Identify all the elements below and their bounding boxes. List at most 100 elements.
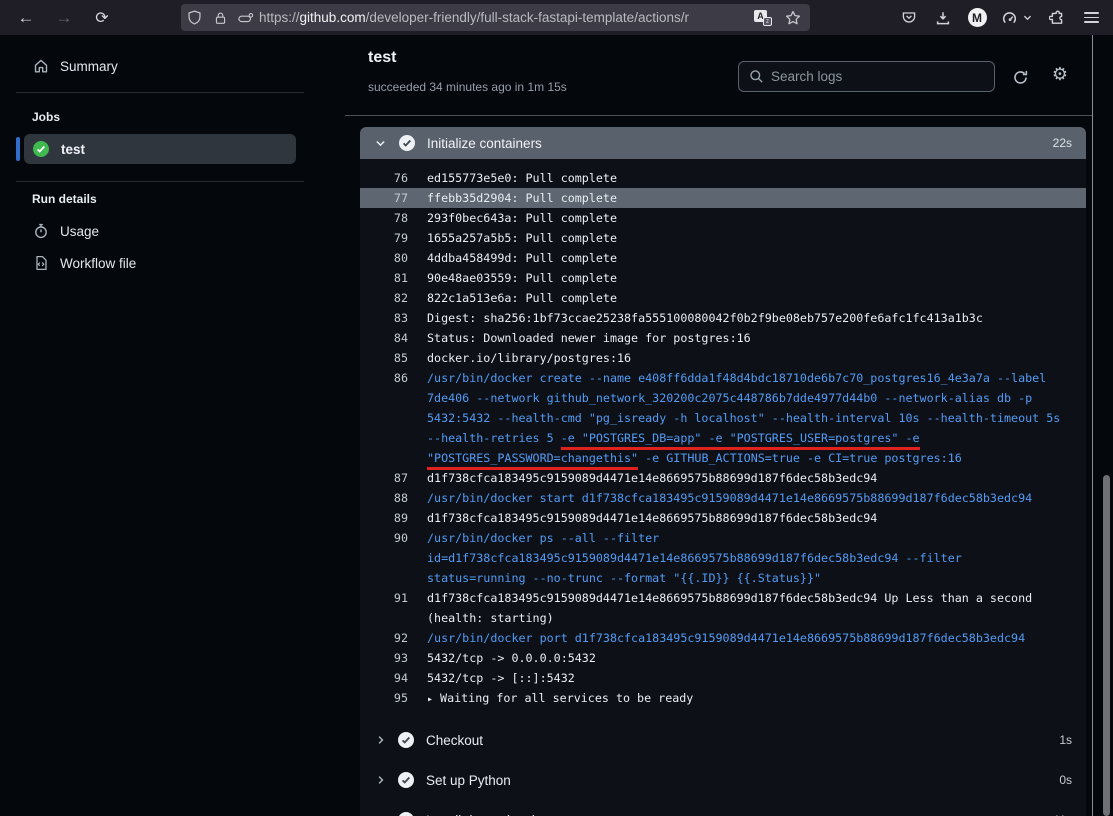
account-badge-icon[interactable]: M [963, 4, 991, 32]
sidebar-workflow-file-label: Workflow file [60, 256, 136, 271]
search-logs-input[interactable] [771, 69, 961, 84]
log-line-number[interactable]: 92 [360, 628, 408, 648]
permissions-icon[interactable] [233, 4, 259, 31]
log-line: id=d1f738cfca183495c9159089d4471e14e8669… [360, 548, 1086, 568]
header-divider [345, 115, 1093, 116]
log-group-toggle-icon[interactable]: ▸ [427, 694, 433, 705]
job-success-check-icon [33, 141, 49, 157]
log-line-list: 76ed155773e5e0: Pull complete77ffebb35d2… [360, 168, 1086, 708]
log-line-number[interactable]: 81 [360, 268, 408, 288]
log-line-number[interactable]: 90 [360, 528, 408, 548]
log-line-number[interactable]: 80 [360, 248, 408, 268]
check-circle-icon [398, 772, 414, 788]
log-line: 90/usr/bin/docker ps --all --filter [360, 528, 1086, 548]
log-line-number[interactable]: 95 [360, 688, 408, 708]
log-line-text: Digest: sha256:1bf73ccae25238fa555100080… [427, 311, 983, 325]
log-line: 84Status: Downloaded newer image for pos… [360, 328, 1086, 348]
log-line: 88/usr/bin/docker start d1f738cfca183495… [360, 488, 1086, 508]
log-line-number[interactable]: 82 [360, 288, 408, 308]
step-row-set-up-python[interactable]: Set up Python 0s [360, 764, 1086, 796]
step-row-install-dependencies[interactable]: Install dependencies11s [360, 804, 1086, 816]
log-line-number[interactable]: 86 [360, 368, 408, 388]
log-line: 94 5432/tcp -> [::]:5432 [360, 668, 1086, 688]
log-line-number[interactable]: 87 [360, 468, 408, 488]
step-header-initialize-containers[interactable]: Initialize containers 22s [360, 127, 1086, 159]
sidebar-usage-label: Usage [60, 224, 99, 239]
log-settings-gear-icon[interactable]: ⚙ [1050, 64, 1070, 84]
log-line: (health: starting) [360, 608, 1086, 628]
log-line-number[interactable]: 89 [360, 508, 408, 528]
bookmark-star-icon[interactable] [780, 4, 806, 31]
lock-icon[interactable] [207, 4, 233, 31]
log-line-number[interactable]: 77 [360, 188, 408, 208]
home-icon [33, 58, 49, 74]
log-line-number[interactable]: 91 [360, 588, 408, 608]
log-line: 89d1f738cfca183495c9159089d4471e14e86695… [360, 508, 1086, 528]
step-label: Set up Python [426, 773, 511, 788]
log-line-number[interactable]: 84 [360, 328, 408, 348]
pocket-icon[interactable] [895, 4, 923, 32]
search-icon [749, 69, 764, 84]
log-line: 77 ffebb35d2904: Pull complete [360, 188, 1086, 208]
log-line-text: (health: starting) [427, 611, 554, 625]
reload-button[interactable]: ⟳ [88, 4, 116, 32]
log-line-text: /usr/bin/docker start d1f738cfca183495c9… [427, 491, 1032, 505]
main-panel: test succeeded 34 minutes ago in 1m 15s … [345, 35, 1113, 816]
log-line: 78293f0bec643a: Pull complete [360, 208, 1086, 228]
log-line-number[interactable]: 79 [360, 228, 408, 248]
file-code-icon [33, 255, 49, 271]
log-line: 7de406 --network github_network_320200c2… [360, 388, 1086, 408]
log-line-number[interactable]: 85 [360, 348, 408, 368]
log-line-text: ffebb35d2904: Pull complete [427, 191, 617, 205]
log-line-number[interactable]: 76 [360, 168, 408, 188]
back-button[interactable]: ← [12, 4, 40, 32]
panel-scrollbar-track [1092, 35, 1093, 816]
step-row-checkout[interactable]: Checkout1s [360, 724, 1086, 756]
browser-toolbar: ← → ⟳ https://github.com/developer-frien… [0, 0, 1113, 35]
menu-icon[interactable] [1077, 4, 1105, 32]
sidebar-item-summary[interactable]: Summary [33, 58, 118, 74]
log-line: 82 822c1a513e6a: Pull complete [360, 288, 1086, 308]
sidebar-item-workflow-file[interactable]: Workflow file [33, 255, 136, 271]
log-line-number[interactable]: 94 [360, 668, 408, 688]
sidebar-divider [16, 92, 304, 93]
log-line-number[interactable]: 83 [360, 308, 408, 328]
log-line-text: d1f738cfca183495c9159089d4471e14e8669575… [427, 591, 1032, 605]
actions-run-page: Summary Jobs test Run details Usage Work… [0, 35, 1113, 816]
step-duration: 0s [1059, 773, 1072, 787]
download-icon[interactable] [929, 4, 957, 32]
log-line-text: id=d1f738cfca183495c9159089d4471e14e8669… [427, 551, 962, 565]
extensions-icon[interactable] [1043, 4, 1071, 32]
log-line: 935432/tcp -> 0.0.0.0:5432 [360, 648, 1086, 668]
refresh-logs-button[interactable] [1010, 67, 1030, 87]
log-line: 92/usr/bin/docker port d1f738cfca183495c… [360, 628, 1086, 648]
log-line-number[interactable]: 78 [360, 208, 408, 228]
log-line: 87 d1f738cfca183495c9159089d4471e14e86695… [360, 468, 1086, 488]
log-line-text: 5432/tcp -> [::]:5432 [427, 671, 575, 685]
log-line-text: /usr/bin/docker port d1f738cfca183495c91… [427, 631, 1025, 645]
sidebar-job-label: test [61, 142, 85, 157]
log-line-text: 822c1a513e6a: Pull complete [427, 291, 617, 305]
log-line-text: docker.io/library/postgres:16 [427, 351, 631, 365]
vpn-gauge-icon[interactable] [997, 4, 1037, 32]
step-label: Install dependencies [426, 813, 549, 816]
log-line-text: /usr/bin/docker ps --all --filter [427, 531, 659, 545]
log-line-text: d1f738cfca183495c9159089d4471e14e8669575… [427, 471, 877, 485]
log-line: "POSTGRES_PASSWORD=changethis" -e GITHUB… [360, 448, 1086, 468]
log-line-number[interactable]: 93 [360, 648, 408, 668]
log-line: 85 docker.io/library/postgres:16 [360, 348, 1086, 368]
forward-button[interactable]: → [50, 4, 78, 32]
translate-icon[interactable]: A z [754, 10, 772, 26]
step-label: Initialize containers [427, 136, 542, 151]
sidebar-item-usage[interactable]: Usage [33, 223, 99, 239]
job-title: test [368, 49, 396, 67]
log-line: 91 d1f738cfca183495c9159089d4471e14e86695… [360, 588, 1086, 608]
chevron-right-icon [375, 734, 387, 746]
sidebar-job-test[interactable]: test [24, 134, 296, 164]
step-duration: 1s [1059, 733, 1072, 747]
log-line-number[interactable]: 88 [360, 488, 408, 508]
browser-scrollbar-thumb[interactable] [1103, 475, 1110, 816]
url-bar[interactable]: https://github.com/developer-friendly/fu… [181, 4, 810, 31]
log-line-text: 7de406 --network github_network_320200c2… [427, 391, 1032, 405]
shield-icon[interactable] [181, 4, 207, 31]
